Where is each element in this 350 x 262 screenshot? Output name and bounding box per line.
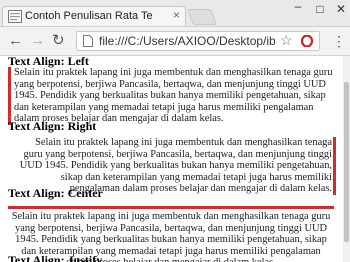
close-window-button[interactable]: ✕ bbox=[333, 2, 349, 16]
page-content: Text Align: Left Selain itu praktek lapa… bbox=[0, 56, 343, 262]
page-icon bbox=[83, 35, 93, 47]
tab-title: Contoh Penulisan Rata Te bbox=[25, 10, 153, 22]
new-tab-button[interactable] bbox=[187, 9, 217, 25]
browser-tab[interactable]: Contoh Penulisan Rata Te × bbox=[2, 6, 186, 26]
forward-icon[interactable]: → bbox=[30, 32, 45, 49]
heading-justify: Text Align: Justify bbox=[8, 253, 103, 262]
tab-strip: Contoh Penulisan Rata Te × – □ ✕ bbox=[0, 0, 350, 27]
vertical-scrollbar[interactable] bbox=[343, 56, 350, 262]
scrollbar-thumb[interactable] bbox=[344, 82, 349, 242]
heading-center: Text Align: Center bbox=[8, 186, 103, 200]
tab-close-icon[interactable]: × bbox=[173, 8, 180, 22]
minimize-button[interactable]: – bbox=[290, 0, 306, 13]
url-text[interactable]: file:///C:/Users/AXIOO/Desktop/ibahasape bbox=[99, 34, 275, 48]
opera-icon[interactable] bbox=[301, 35, 313, 47]
browser-toolbar: ← → ↻ file:///C:/Users/AXIOO/Desktop/iba… bbox=[0, 27, 350, 56]
menu-icon[interactable]: ⋮ bbox=[332, 33, 346, 50]
back-icon[interactable]: ← bbox=[8, 32, 23, 49]
bookmark-star-icon[interactable]: ☆ bbox=[280, 32, 293, 49]
maximize-button[interactable]: □ bbox=[312, 2, 328, 16]
heading-right: Text Align: Right bbox=[8, 119, 97, 133]
paragraph-left: Selain itu praktek lapang ini juga membe… bbox=[8, 67, 340, 125]
reload-icon[interactable]: ↻ bbox=[52, 31, 65, 49]
address-bar[interactable]: file:///C:/Users/AXIOO/Desktop/ibahasape… bbox=[76, 31, 320, 51]
document-icon bbox=[8, 10, 22, 23]
